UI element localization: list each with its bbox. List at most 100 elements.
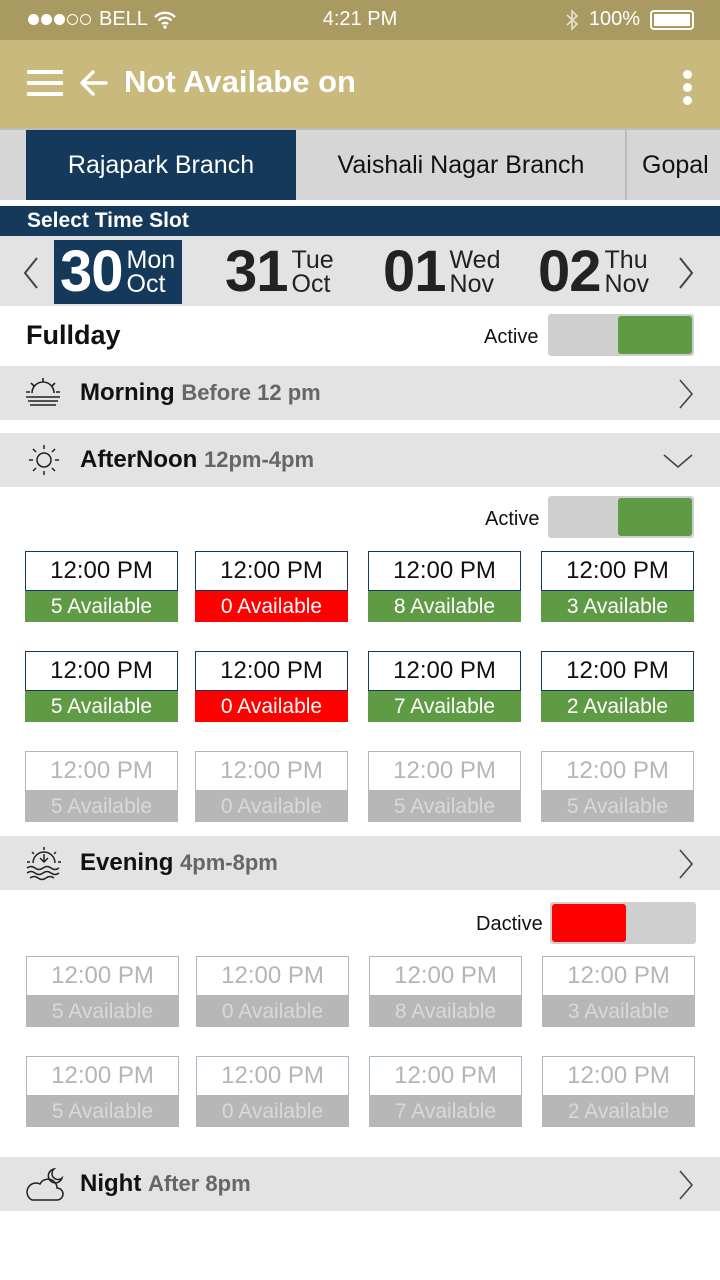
time-slot: 12:00 PM 5 Available xyxy=(25,751,178,822)
chevron-right-icon[interactable] xyxy=(678,378,694,410)
time-slot[interactable]: 12:00 PM 0 Available xyxy=(195,551,348,622)
back-arrow-icon[interactable] xyxy=(78,67,110,99)
section-range: Before 12 pm xyxy=(181,380,321,405)
time-slot: 12:00 PM 7 Available xyxy=(369,1056,522,1127)
time-slot: 12:00 PM 2 Available xyxy=(542,1056,695,1127)
section-range: 12pm-4pm xyxy=(204,447,315,472)
section-night[interactable]: Night After 8pm xyxy=(0,1157,720,1211)
time-slot: 12:00 PM 5 Available xyxy=(368,751,521,822)
date-item[interactable]: 31 Tue Oct xyxy=(225,240,334,304)
time-slot[interactable]: 12:00 PM 7 Available xyxy=(368,651,521,722)
chevron-down-icon[interactable] xyxy=(662,453,694,469)
time-slot-header: Select Time Slot xyxy=(0,206,720,236)
slot-time: 12:00 PM xyxy=(369,1056,522,1096)
slot-time: 12:00 PM xyxy=(196,1056,349,1096)
tab-vaishali-nagar-branch[interactable]: Vaishali Nagar Branch xyxy=(296,130,626,200)
moon-cloud-icon xyxy=(26,1167,64,1201)
slot-availability: 5 Available xyxy=(541,791,694,822)
slot-availability: 8 Available xyxy=(369,996,522,1027)
time-slot[interactable]: 12:00 PM 8 Available xyxy=(368,551,521,622)
slot-time: 12:00 PM xyxy=(542,1056,695,1096)
section-title: Evening xyxy=(80,849,174,876)
slot-time: 12:00 PM xyxy=(26,956,179,996)
section-title: Night xyxy=(80,1170,142,1197)
slot-availability: 0 Available xyxy=(196,996,349,1027)
time-slot: 12:00 PM 0 Available xyxy=(195,751,348,822)
tab-rajapark-branch[interactable]: Rajapark Branch xyxy=(26,130,296,200)
fullday-label: Fullday xyxy=(26,320,121,350)
time-slot[interactable]: 12:00 PM 5 Available xyxy=(25,651,178,722)
slot-availability: 2 Available xyxy=(541,691,694,722)
section-afternoon[interactable]: AfterNoon 12pm-4pm xyxy=(0,433,720,487)
bluetooth-icon xyxy=(566,8,579,31)
date-item[interactable]: 30 Mon Oct xyxy=(54,240,182,304)
time-slot[interactable]: 12:00 PM 3 Available xyxy=(541,551,694,622)
time-slot: 12:00 PM 5 Available xyxy=(541,751,694,822)
time-slot[interactable]: 12:00 PM 0 Available xyxy=(195,651,348,722)
slot-availability: 8 Available xyxy=(368,591,521,622)
toggle-knob xyxy=(618,498,692,536)
slot-time: 12:00 PM xyxy=(368,751,521,791)
evening-toggle[interactable] xyxy=(550,902,696,944)
slot-availability: 7 Available xyxy=(369,1096,522,1127)
sun-icon xyxy=(29,445,59,475)
slot-time: 12:00 PM xyxy=(195,751,348,791)
chevron-right-icon[interactable] xyxy=(678,848,694,880)
sunset-icon xyxy=(26,847,61,881)
date-item[interactable]: 01 Wed Nov xyxy=(383,240,500,304)
status-bar: BELL 4:21 PM 100% xyxy=(0,0,720,40)
slot-availability: 5 Available xyxy=(25,591,178,622)
slot-availability: 0 Available xyxy=(195,791,348,822)
slot-time: 12:00 PM xyxy=(368,651,521,691)
page-title: Not Availabe on xyxy=(124,64,356,99)
time-slot: 12:00 PM 0 Available xyxy=(196,956,349,1027)
slot-time: 12:00 PM xyxy=(542,956,695,996)
slot-time: 12:00 PM xyxy=(369,956,522,996)
fullday-status-label: Active xyxy=(484,326,539,348)
slot-time: 12:00 PM xyxy=(368,551,521,591)
menu-icon[interactable] xyxy=(27,70,63,96)
section-title: Morning xyxy=(80,379,175,406)
section-morning[interactable]: Morning Before 12 pm xyxy=(0,366,720,420)
slot-availability: 0 Available xyxy=(195,691,348,722)
evening-status-label: Dactive xyxy=(476,913,543,935)
time-slot: 12:00 PM 0 Available xyxy=(196,1056,349,1127)
time-slot[interactable]: 12:00 PM 2 Available xyxy=(541,651,694,722)
sunrise-icon xyxy=(26,378,60,406)
section-evening[interactable]: Evening 4pm-8pm xyxy=(0,836,720,890)
fullday-toggle[interactable] xyxy=(548,314,694,356)
slot-time: 12:00 PM xyxy=(541,751,694,791)
battery-icon xyxy=(650,9,694,30)
branch-tabs: Rajapark Branch Vaishali Nagar Branch Go… xyxy=(0,128,720,200)
section-range: 4pm-8pm xyxy=(180,850,278,875)
chevron-left-icon[interactable] xyxy=(22,256,40,290)
slot-time: 12:00 PM xyxy=(25,651,178,691)
slot-availability: 5 Available xyxy=(25,791,178,822)
slot-time: 12:00 PM xyxy=(195,651,348,691)
time-slot: 12:00 PM 5 Available xyxy=(26,1056,179,1127)
date-strip: 30 Mon Oct 31 Tue Oct 01 Wed Nov 02 Thu Nov xyxy=(0,236,720,306)
slot-availability: 3 Available xyxy=(542,996,695,1027)
slot-time: 12:00 PM xyxy=(195,551,348,591)
tab-gopal[interactable]: Gopal xyxy=(628,130,720,200)
slot-time: 12:00 PM xyxy=(196,956,349,996)
slot-time: 12:00 PM xyxy=(541,551,694,591)
battery-percent: 100% xyxy=(588,8,640,30)
tab-divider xyxy=(625,130,627,200)
slot-availability: 0 Available xyxy=(196,1096,349,1127)
date-item[interactable]: 02 Thu Nov xyxy=(538,240,649,304)
slot-availability: 5 Available xyxy=(26,1096,179,1127)
slot-time: 12:00 PM xyxy=(25,551,178,591)
afternoon-toggle[interactable] xyxy=(548,496,694,538)
slot-availability: 5 Available xyxy=(368,791,521,822)
time-slot[interactable]: 12:00 PM 5 Available xyxy=(25,551,178,622)
slot-availability: 5 Available xyxy=(26,996,179,1027)
chevron-right-icon[interactable] xyxy=(678,1169,694,1201)
time-slot: 12:00 PM 8 Available xyxy=(369,956,522,1027)
slot-time: 12:00 PM xyxy=(26,1056,179,1096)
time-slot: 12:00 PM 3 Available xyxy=(542,956,695,1027)
slot-availability: 7 Available xyxy=(368,691,521,722)
more-vert-icon[interactable] xyxy=(683,70,695,109)
chevron-right-icon[interactable] xyxy=(677,256,695,290)
slot-availability: 3 Available xyxy=(541,591,694,622)
